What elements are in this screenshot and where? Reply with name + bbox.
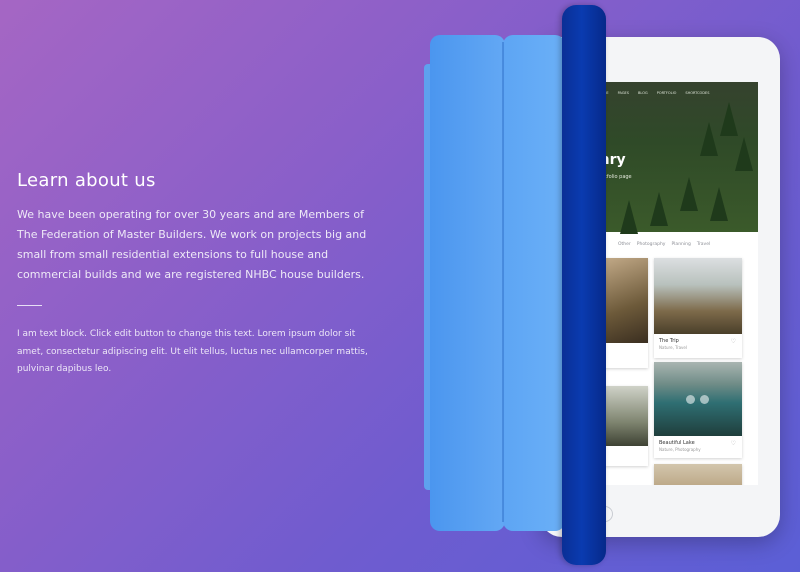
cover-panel xyxy=(430,35,505,531)
filter-item: Planning xyxy=(671,242,691,247)
card-meta: Nature, Photography xyxy=(659,447,701,452)
nav-item: BLOG xyxy=(638,91,648,95)
card-title: The Trip xyxy=(659,338,679,344)
tablet-screen: HOME PAGES BLOG PORTFOLIO SHORTCODES onr… xyxy=(590,82,758,485)
about-heading: Learn about us xyxy=(17,170,156,191)
screen-nav: HOME PAGES BLOG PORTFOLIO SHORTCODES xyxy=(598,91,709,95)
about-lead-paragraph: We have been operating for over 30 years… xyxy=(17,208,367,281)
cover-crease xyxy=(502,42,504,522)
cover-spine xyxy=(562,5,606,565)
filter-item: Other xyxy=(618,242,631,247)
next-icon xyxy=(700,395,709,404)
portfolio-card: Beautiful Lake Nature, Photography ♡ xyxy=(654,362,742,458)
filter-bar: Other Photography Planning Travel xyxy=(618,242,710,247)
filter-item: Photography xyxy=(636,242,666,247)
nav-item: SHORTCODES xyxy=(685,91,710,95)
card-meta: Nature, Travel xyxy=(659,345,687,350)
portfolio-card xyxy=(654,464,742,485)
heart-icon: ♡ xyxy=(730,338,736,345)
hero-image: HOME PAGES BLOG PORTFOLIO SHORTCODES onr… xyxy=(590,82,758,234)
prev-icon xyxy=(686,395,695,404)
section-divider xyxy=(17,305,42,306)
about-body-paragraph: I am text block. Click edit button to ch… xyxy=(17,329,368,374)
about-section: Learn about us We have been operating fo… xyxy=(17,170,377,379)
card-title: Beautiful Lake xyxy=(659,440,695,446)
nav-item: PORTFOLIO xyxy=(656,91,677,95)
portfolio-card: The Trip Nature, Travel ♡ xyxy=(654,258,742,358)
filter-item: Travel xyxy=(696,242,711,247)
cover-panel xyxy=(503,35,565,531)
heart-icon: ♡ xyxy=(730,440,736,447)
nav-item: PAGES xyxy=(617,91,629,95)
